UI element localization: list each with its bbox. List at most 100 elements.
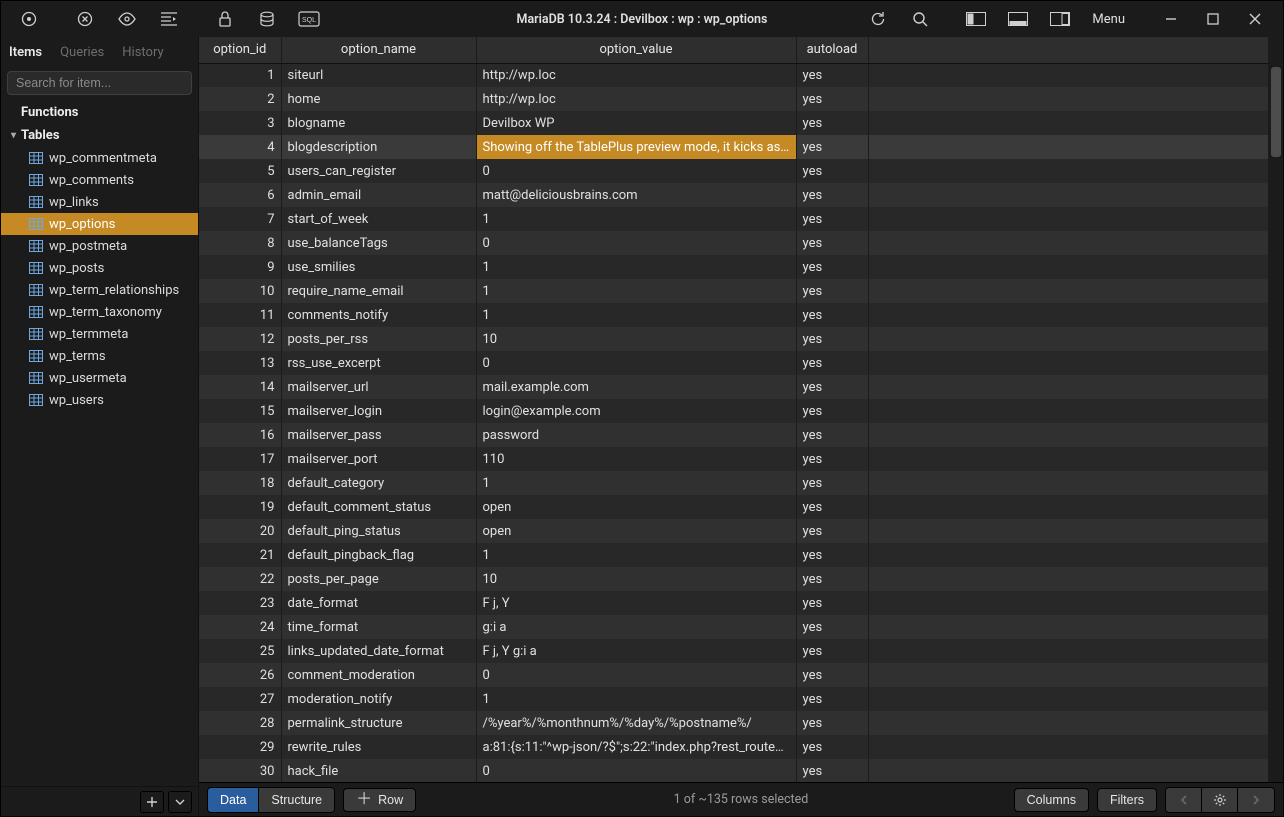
cell[interactable]: comment_moderation xyxy=(281,663,476,687)
cell[interactable]: start_of_week xyxy=(281,207,476,231)
window-minimize-icon[interactable] xyxy=(1151,1,1191,37)
cell[interactable]: 17 xyxy=(199,447,281,471)
cell[interactable] xyxy=(868,303,1269,327)
cell[interactable]: 1 xyxy=(476,207,796,231)
cell[interactable]: yes xyxy=(796,183,868,207)
cell[interactable] xyxy=(868,159,1269,183)
cell[interactable] xyxy=(868,519,1269,543)
cell[interactable]: 1 xyxy=(476,471,796,495)
cell[interactable] xyxy=(868,351,1269,375)
cell[interactable]: rewrite_rules xyxy=(281,735,476,759)
cell[interactable] xyxy=(868,183,1269,207)
cell[interactable]: yes xyxy=(796,351,868,375)
cell[interactable]: 26 xyxy=(199,663,281,687)
cell[interactable] xyxy=(868,135,1269,159)
sidebar-item-wp_commentmeta[interactable]: wp_commentmeta xyxy=(1,147,198,169)
cell[interactable] xyxy=(868,567,1269,591)
cell[interactable] xyxy=(868,663,1269,687)
table-row[interactable]: 12posts_per_rss10yes xyxy=(199,327,1269,351)
cell[interactable]: yes xyxy=(796,543,868,567)
cell[interactable] xyxy=(868,543,1269,567)
cell[interactable] xyxy=(868,591,1269,615)
cell[interactable]: comments_notify xyxy=(281,303,476,327)
cell[interactable]: 27 xyxy=(199,687,281,711)
cell[interactable]: Showing off the TablePlus preview mode, … xyxy=(476,135,796,159)
layout-left-icon[interactable] xyxy=(956,1,996,37)
cell[interactable]: 1 xyxy=(476,279,796,303)
cell[interactable]: 19 xyxy=(199,495,281,519)
table-row[interactable]: 21default_pingback_flag1yes xyxy=(199,543,1269,567)
table-row[interactable]: 11comments_notify1yes xyxy=(199,303,1269,327)
cell[interactable]: /%year%/%monthnum%/%day%/%postname%/ xyxy=(476,711,796,735)
cell[interactable]: use_smilies xyxy=(281,255,476,279)
cell[interactable] xyxy=(868,255,1269,279)
indent-icon[interactable] xyxy=(149,1,189,37)
cell[interactable]: 1 xyxy=(199,63,281,87)
add-row-button[interactable]: ＋ Row xyxy=(343,788,416,812)
cell[interactable] xyxy=(868,231,1269,255)
cell[interactable]: 22 xyxy=(199,567,281,591)
cell[interactable]: 11 xyxy=(199,303,281,327)
cell[interactable]: 1 xyxy=(476,687,796,711)
filters-button[interactable]: Filters xyxy=(1097,788,1157,812)
cell[interactable] xyxy=(868,279,1269,303)
table-row[interactable]: 13rss_use_excerpt0yes xyxy=(199,351,1269,375)
table-row[interactable]: 19default_comment_statusopenyes xyxy=(199,495,1269,519)
cell[interactable]: yes xyxy=(796,423,868,447)
table-row[interactable]: 6admin_emailmatt@deliciousbrains.comyes xyxy=(199,183,1269,207)
cell[interactable]: blogdescription xyxy=(281,135,476,159)
cell[interactable]: 29 xyxy=(199,735,281,759)
cell[interactable]: 0 xyxy=(476,663,796,687)
cell[interactable]: blogname xyxy=(281,111,476,135)
cell[interactable]: 0 xyxy=(476,159,796,183)
refresh-icon[interactable] xyxy=(858,1,898,37)
lock-icon[interactable] xyxy=(205,1,245,37)
cell[interactable]: yes xyxy=(796,471,868,495)
tab-data[interactable]: Data xyxy=(208,788,259,812)
vertical-scrollbar[interactable] xyxy=(1269,37,1283,782)
cell[interactable]: yes xyxy=(796,327,868,351)
table-row[interactable]: 25links_updated_date_formatF j, Y g:i ay… xyxy=(199,639,1269,663)
cell[interactable] xyxy=(868,207,1269,231)
cell[interactable]: mailserver_login xyxy=(281,399,476,423)
cell[interactable]: F j, Y g:i a xyxy=(476,639,796,663)
cell[interactable]: yes xyxy=(796,495,868,519)
cell[interactable]: yes xyxy=(796,63,868,87)
cell[interactable]: yes xyxy=(796,567,868,591)
cell[interactable]: use_balanceTags xyxy=(281,231,476,255)
data-grid[interactable]: option_idoption_nameoption_valueautoload… xyxy=(199,37,1269,782)
sidebar-item-wp_links[interactable]: wp_links xyxy=(1,191,198,213)
sidebar-group-functions[interactable]: Functions xyxy=(1,101,198,124)
cell[interactable]: 4 xyxy=(199,135,281,159)
table-row[interactable]: 10require_name_email1yes xyxy=(199,279,1269,303)
cell[interactable]: mailserver_port xyxy=(281,447,476,471)
cell[interactable]: 9 xyxy=(199,255,281,279)
table-row[interactable]: 7start_of_week1yes xyxy=(199,207,1269,231)
cell[interactable]: 0 xyxy=(476,231,796,255)
cell[interactable]: login@example.com xyxy=(476,399,796,423)
cell[interactable]: default_ping_status xyxy=(281,519,476,543)
cell[interactable] xyxy=(868,423,1269,447)
column-header-autoload[interactable]: autoload xyxy=(796,37,868,63)
cell[interactable]: 23 xyxy=(199,591,281,615)
cell[interactable]: 25 xyxy=(199,639,281,663)
layout-right-icon[interactable] xyxy=(1040,1,1080,37)
cell[interactable]: users_can_register xyxy=(281,159,476,183)
cell[interactable]: default_comment_status xyxy=(281,495,476,519)
sql-icon[interactable]: SQL xyxy=(289,1,329,37)
cell[interactable]: 20 xyxy=(199,519,281,543)
sidebar-item-wp_term_taxonomy[interactable]: wp_term_taxonomy xyxy=(1,301,198,323)
cell[interactable]: yes xyxy=(796,231,868,255)
cell[interactable] xyxy=(868,687,1269,711)
cell[interactable] xyxy=(868,327,1269,351)
cell[interactable] xyxy=(868,447,1269,471)
sidebar-item-wp_term_relationships[interactable]: wp_term_relationships xyxy=(1,279,198,301)
cell[interactable]: 6 xyxy=(199,183,281,207)
cell[interactable]: yes xyxy=(796,159,868,183)
table-row[interactable]: 20default_ping_statusopenyes xyxy=(199,519,1269,543)
cell[interactable]: 12 xyxy=(199,327,281,351)
cell[interactable]: yes xyxy=(796,279,868,303)
sidebar-item-wp_terms[interactable]: wp_terms xyxy=(1,345,198,367)
cell[interactable]: 1 xyxy=(476,255,796,279)
cell[interactable]: Devilbox WP xyxy=(476,111,796,135)
